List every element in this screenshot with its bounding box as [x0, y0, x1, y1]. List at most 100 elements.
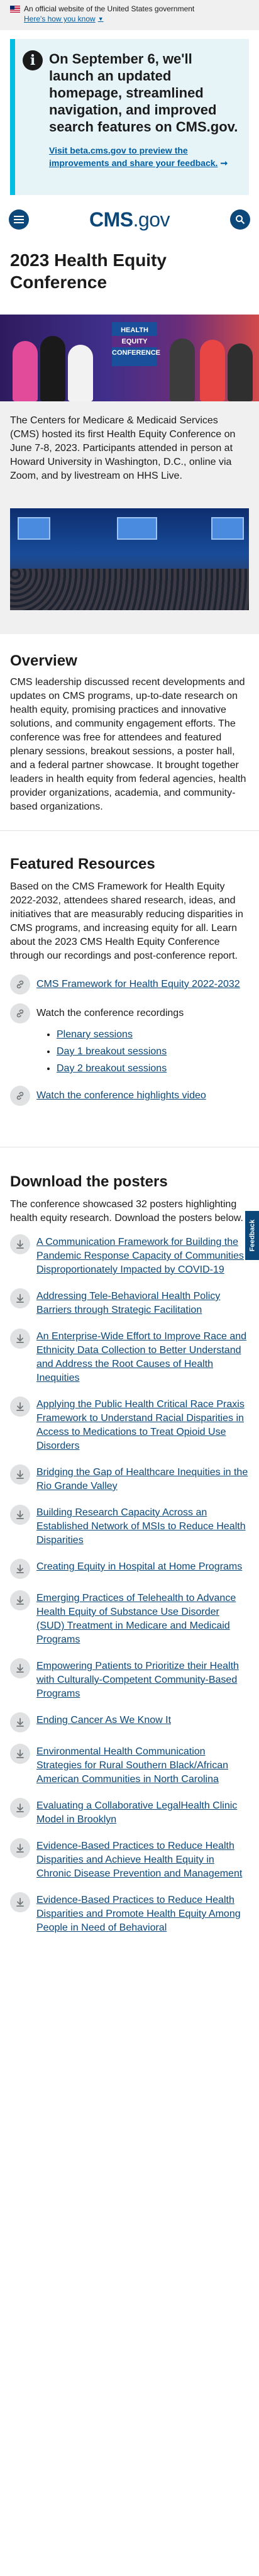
poster-item: Applying the Public Health Critical Race…	[10, 1397, 249, 1453]
poster-download-link[interactable]: A Communication Framework for Building t…	[36, 1234, 249, 1277]
stage-screen	[211, 517, 244, 540]
presenter-figure	[68, 345, 93, 401]
poster-download-link[interactable]: Building Research Capacity Across an Est…	[36, 1505, 249, 1547]
page-title-area: 2023 Health Equity Conference	[0, 240, 259, 315]
sign-word: CONFERENCE	[112, 349, 161, 357]
page-title: 2023 Health Equity Conference	[10, 250, 167, 292]
sign-word: HEALTH	[121, 326, 148, 334]
poster-download-link[interactable]: Evaluating a Collaborative LegalHealth C…	[36, 1798, 249, 1827]
poster-item: Evaluating a Collaborative LegalHealth C…	[10, 1798, 249, 1827]
poster-download-link[interactable]: Empowering Patients to Prioritize their …	[36, 1658, 249, 1701]
poster-item: Building Research Capacity Across an Est…	[10, 1505, 249, 1547]
poster-download-link[interactable]: Emerging Practices of Telehealth to Adva…	[36, 1590, 249, 1647]
featured-body: Based on the CMS Framework for Health Eq…	[10, 881, 243, 961]
link-icon	[10, 974, 30, 995]
recording-link-day1[interactable]: Day 1 breakout sessions	[57, 1046, 167, 1057]
logo-main: CMS	[89, 208, 133, 231]
poster-item: Creating Equity in Hospital at Home Prog…	[10, 1559, 249, 1579]
presenter-figure	[170, 338, 195, 401]
overview-section: Overview CMS leadership discussed recent…	[0, 634, 259, 830]
download-icon	[10, 1329, 30, 1349]
site-alert: i On September 6, we'll launch an update…	[10, 39, 249, 195]
search-icon	[236, 215, 245, 225]
info-icon: i	[23, 50, 43, 70]
poster-item: Bridging the Gap of Healthcare Inequitie…	[10, 1464, 249, 1493]
stage-screen	[18, 517, 50, 540]
feedback-button[interactable]: Feedback	[245, 1211, 259, 1260]
download-icon	[10, 1288, 30, 1308]
gov-banner-title: An official website of the United States…	[24, 4, 195, 13]
poster-item: Addressing Tele-Behavioral Health Policy…	[10, 1288, 249, 1317]
presenter-figure	[13, 341, 38, 401]
us-flag-icon	[10, 5, 20, 13]
download-icon	[10, 1464, 30, 1485]
featured-heading: Featured Resources	[10, 856, 155, 873]
feedback-label[interactable]: Feedback	[248, 1220, 256, 1252]
poster-item: Ending Cancer As We Know It	[10, 1712, 249, 1732]
poster-download-link[interactable]: An Enterprise-Wide Effort to Improve Rac…	[36, 1329, 249, 1385]
download-icon	[10, 1712, 30, 1732]
poster-download-link[interactable]: Ending Cancer As We Know It	[36, 1712, 171, 1727]
posters-body: The conference showcased 32 posters high…	[10, 1199, 243, 1224]
download-icon	[10, 1590, 30, 1610]
recordings-list: Plenary sessions Day 1 breakout sessions…	[57, 1026, 249, 1077]
list-item: Plenary sessions	[57, 1026, 249, 1043]
hero-image: HEALTH EQUITY CONFERENCE	[0, 315, 259, 401]
conference-photo	[10, 508, 249, 610]
recordings-label: Watch the conference recordings	[36, 1008, 184, 1018]
list-item: Day 2 breakout sessions	[57, 1060, 249, 1077]
stage-screen	[117, 517, 157, 540]
overview-body: CMS leadership discussed recent developm…	[10, 677, 246, 812]
sign-word: EQUITY	[112, 336, 157, 347]
arrow-right-icon: ➞	[220, 158, 228, 168]
poster-download-link[interactable]: Creating Equity in Hospital at Home Prog…	[36, 1559, 242, 1574]
download-icon	[10, 1505, 30, 1525]
chevron-down-icon: ▼	[97, 16, 104, 22]
download-icon	[10, 1658, 30, 1678]
site-header: CMS.gov	[0, 199, 259, 240]
highlights-video-link[interactable]: Watch the conference highlights video	[36, 1086, 206, 1103]
download-icon	[10, 1798, 30, 1818]
posters-heading: Download the posters	[10, 1173, 168, 1190]
search-button[interactable]	[230, 209, 250, 230]
poster-download-link[interactable]: Evidence-Based Practices to Reduce Healt…	[36, 1892, 249, 1935]
menu-button[interactable]	[9, 209, 29, 230]
alert-link-text[interactable]: Visit beta.cms.gov to preview the improv…	[49, 145, 218, 168]
alert-link[interactable]: Visit beta.cms.gov to preview the improv…	[49, 144, 240, 169]
gov-banner-toggle-label[interactable]: Here's how you know	[24, 14, 96, 24]
logo-suffix: .gov	[133, 208, 170, 231]
download-icon	[10, 1234, 30, 1254]
framework-link[interactable]: CMS Framework for Health Equity 2022-203…	[36, 974, 240, 991]
download-icon	[10, 1559, 30, 1579]
recording-link-plenary[interactable]: Plenary sessions	[57, 1029, 133, 1040]
presenter-figure	[228, 343, 253, 401]
poster-item: Environmental Health Communication Strat…	[10, 1744, 249, 1787]
download-icon	[10, 1838, 30, 1858]
audience	[10, 569, 249, 610]
poster-download-link[interactable]: Applying the Public Health Critical Race…	[36, 1397, 249, 1453]
intro-block: The Centers for Medicare & Medicaid Serv…	[0, 401, 259, 634]
poster-download-link[interactable]: Bridging the Gap of Healthcare Inequitie…	[36, 1464, 249, 1493]
poster-download-link[interactable]: Evidence-Based Practices to Reduce Healt…	[36, 1838, 249, 1881]
cms-logo[interactable]: CMS.gov	[89, 208, 170, 231]
featured-resources-section: Featured Resources Based on the CMS Fram…	[0, 831, 259, 1147]
hamburger-icon	[14, 216, 24, 223]
poster-download-link[interactable]: Environmental Health Communication Strat…	[36, 1744, 249, 1787]
gov-banner-toggle[interactable]: Here's how you know ▼	[24, 14, 249, 24]
download-icon	[10, 1892, 30, 1912]
conference-sign: HEALTH EQUITY CONFERENCE	[112, 322, 161, 366]
poster-item: Evidence-Based Practices to Reduce Healt…	[10, 1892, 249, 1935]
poster-item: Empowering Patients to Prioritize their …	[10, 1658, 249, 1701]
poster-item: Evidence-Based Practices to Reduce Healt…	[10, 1838, 249, 1881]
posters-section: Download the posters The conference show…	[0, 1147, 259, 1935]
resource-item: Watch the conference recordings	[10, 1003, 249, 1023]
poster-item: Emerging Practices of Telehealth to Adva…	[10, 1590, 249, 1647]
poster-item: A Communication Framework for Building t…	[10, 1234, 249, 1277]
recording-link-day2[interactable]: Day 2 breakout sessions	[57, 1063, 167, 1074]
resource-item: CMS Framework for Health Equity 2022-203…	[10, 974, 249, 995]
resource-list: CMS Framework for Health Equity 2022-203…	[0, 974, 259, 1106]
resource-item: Watch the conference highlights video	[10, 1086, 249, 1106]
gov-banner: An official website of the United States…	[0, 0, 259, 30]
poster-download-link[interactable]: Addressing Tele-Behavioral Health Policy…	[36, 1288, 249, 1317]
